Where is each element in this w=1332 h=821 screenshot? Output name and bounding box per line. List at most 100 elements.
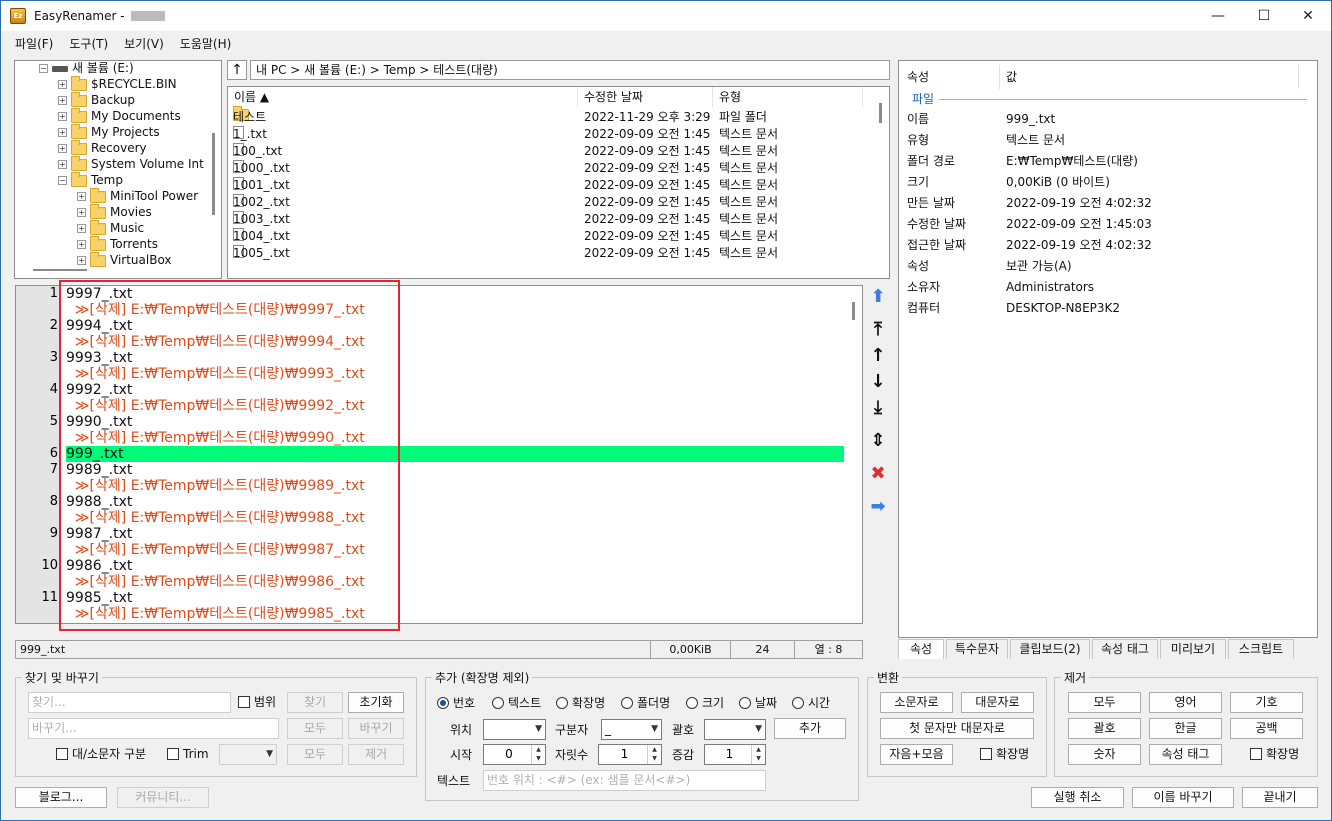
move-top-icon[interactable]: ⤒ [867, 319, 889, 341]
tree-item[interactable]: + My Documents [58, 107, 181, 124]
tab-script[interactable]: 스크립트 [1228, 639, 1294, 659]
remove-all-button[interactable]: 모두 [287, 744, 343, 765]
radio-time-dot[interactable] [792, 697, 804, 709]
list-vscroll[interactable] [879, 103, 882, 123]
file-row[interactable]: 1001_.txt 2022-09-09 오전 1:45 텍스트 문서 [228, 177, 878, 194]
filename-line[interactable]: 8 9988_.txt [16, 494, 844, 510]
tree-vscroll[interactable] [212, 133, 215, 215]
radio-text-dot[interactable] [492, 697, 504, 709]
file-row[interactable]: 1005_.txt 2022-09-09 오전 1:45 텍스트 문서 [228, 245, 878, 262]
community-button[interactable]: 커뮤니티... [117, 787, 209, 808]
maximize-button[interactable]: ☐ [1241, 1, 1287, 31]
filename-line[interactable]: 10 9986_.txt [16, 558, 844, 574]
property-row[interactable]: 소유자 Administrators [899, 277, 1309, 298]
remove-brackets-button[interactable]: 괄호 [1068, 718, 1141, 739]
rename-editor[interactable]: 1 9997_.txt ≫[삭제] E:₩Temp₩테스트(대량)₩9997_.t… [15, 285, 863, 624]
column-name[interactable]: 이름 ▲ [228, 87, 578, 107]
jamo-button[interactable]: 자음+모음 [880, 744, 953, 765]
filename-line[interactable]: 3 9993_.txt [16, 350, 844, 366]
apply-right-icon[interactable]: ➡ [867, 496, 889, 518]
range-checkbox[interactable]: 범위 [238, 694, 276, 710]
property-row[interactable]: 접근한 날짜 2022-09-19 오전 4:02:32 [899, 235, 1309, 256]
expand-icon[interactable]: + [77, 224, 86, 233]
up-arrow-icon[interactable]: ↑ [227, 60, 247, 80]
tree-item[interactable]: + MiniTool Power [77, 187, 198, 204]
rename-button[interactable]: 이름 바꾸기 [1132, 787, 1234, 808]
add-button[interactable]: 추가 [774, 718, 846, 739]
spinner-arrows-icon[interactable]: ▲ ▼ [647, 745, 661, 764]
menu-help[interactable]: 도움말(H) [172, 35, 240, 52]
path-field[interactable]: 내 PC > 새 볼륨 (E:) > Temp > 테스트(대량) [250, 60, 890, 80]
delete-line[interactable]: ≫[삭제] E:₩Temp₩테스트(대량)₩9992_.txt [16, 398, 844, 414]
tree-item[interactable]: + System Volume Int [58, 155, 204, 172]
tree-item[interactable]: + VirtualBox [77, 251, 172, 268]
tab-clipboard[interactable]: 클립보드(2) [1010, 639, 1090, 659]
file-row[interactable]: 100_.txt 2022-09-09 오전 1:45 텍스트 문서 [228, 143, 878, 160]
lowercase-button[interactable]: 소문자로 [880, 692, 953, 713]
close-button[interactable]: ✕ [1285, 1, 1331, 31]
editor-vscroll[interactable] [852, 302, 855, 320]
filename-line[interactable]: 2 9994_.txt [16, 318, 844, 334]
trim-checkbox-box[interactable] [167, 748, 179, 760]
expand-icon[interactable]: + [77, 192, 86, 201]
move-down-icon[interactable]: ↓ [867, 371, 889, 393]
start-spinner[interactable]: 0 ▲ ▼ [483, 744, 546, 765]
bracket-combo[interactable]: ▼ [704, 719, 766, 740]
menu-tools[interactable]: 도구(T) [61, 35, 116, 52]
property-row[interactable]: 이름 999_.txt [899, 109, 1309, 130]
expand-icon[interactable]: + [58, 112, 67, 121]
file-row[interactable]: 1_.txt 2022-09-09 오전 1:45 텍스트 문서 [228, 126, 878, 143]
position-combo[interactable]: ▼ [483, 719, 546, 740]
remove-ext-checkbox[interactable]: 확장명 [1250, 746, 1299, 762]
property-row[interactable]: 크기 0,00KiB (0 바이트) [899, 172, 1309, 193]
increment-spinner[interactable]: 1 ▲ ▼ [704, 744, 766, 765]
move-up-icon[interactable]: ↑ [867, 345, 889, 367]
delete-line[interactable]: ≫[삭제] E:₩Temp₩테스트(대량)₩9989_.txt [16, 478, 844, 494]
file-row[interactable]: 1004_.txt 2022-09-09 오전 1:45 텍스트 문서 [228, 228, 878, 245]
filename-line[interactable]: 6 999_.txt [16, 446, 844, 462]
case-checkbox-box[interactable] [56, 748, 68, 760]
reset-button[interactable]: 초기화 [348, 692, 404, 713]
property-row[interactable]: 만든 날짜 2022-09-19 오전 4:02:32 [899, 193, 1309, 214]
tree-item[interactable]: + $RECYCLE.BIN [58, 75, 177, 92]
tree-item[interactable]: − Temp [58, 171, 123, 188]
delete-icon[interactable]: ✖ [867, 463, 889, 485]
menu-view[interactable]: 보기(V) [116, 35, 172, 52]
delete-line[interactable]: ≫[삭제] E:₩Temp₩테스트(대량)₩9987_.txt [16, 542, 844, 558]
range-checkbox-box[interactable] [238, 696, 250, 708]
expand-icon[interactable]: + [58, 80, 67, 89]
delete-line[interactable]: ≫[삭제] E:₩Temp₩테스트(대량)₩9988_.txt [16, 510, 844, 526]
replace-all-button[interactable]: 모두 [287, 718, 343, 739]
remove-symbols-button[interactable]: 기호 [1230, 692, 1303, 713]
expand-icon[interactable]: − [58, 176, 67, 185]
swap-icon[interactable]: ⇕ [867, 430, 889, 452]
trim-combo[interactable]: ▼ [219, 744, 277, 765]
expand-icon[interactable]: + [58, 96, 67, 105]
trim-checkbox[interactable]: Trim [167, 746, 209, 762]
radio-text[interactable]: 텍스트 [492, 695, 541, 711]
file-row[interactable]: 1000_.txt 2022-09-09 오전 1:45 텍스트 문서 [228, 160, 878, 177]
property-row[interactable]: 유형 텍스트 문서 [899, 130, 1309, 151]
file-row[interactable]: 테스트 2022-11-29 오후 3:29 파일 폴더 [228, 106, 878, 126]
remove-button[interactable]: 제거 [348, 744, 404, 765]
radio-date[interactable]: 날짜 [739, 695, 777, 711]
remove-spaces-button[interactable]: 공백 [1230, 718, 1303, 739]
replace-button[interactable]: 바꾸기 [348, 718, 404, 739]
convert-ext-checkbox-box[interactable] [980, 748, 992, 760]
expand-icon[interactable]: − [39, 64, 48, 73]
delete-line[interactable]: ≫[삭제] E:₩Temp₩테스트(대량)₩9997_.txt [16, 302, 844, 318]
find-button[interactable]: 찾기 [287, 692, 343, 713]
undo-button[interactable]: 실행 취소 [1031, 787, 1124, 808]
radio-extension[interactable]: 확장명 [556, 695, 605, 711]
radio-number-dot[interactable] [437, 697, 449, 709]
delete-line[interactable]: ≫[삭제] E:₩Temp₩테스트(대량)₩9985_.txt [16, 606, 844, 622]
property-row[interactable]: 컴퓨터 DESKTOP-N8EP3K2 [899, 298, 1309, 319]
minimize-button[interactable]: — [1195, 1, 1241, 31]
filename-line[interactable]: 7 9989_.txt [16, 462, 844, 478]
delete-line[interactable]: ≫[삭제] E:₩Temp₩테스트(대량)₩9986_.txt [16, 574, 844, 590]
remove-all-chars-button[interactable]: 모두 [1068, 692, 1141, 713]
delete-line[interactable]: ≫[삭제] E:₩Temp₩테스트(대량)₩9994_.txt [16, 334, 844, 350]
expand-icon[interactable]: + [58, 160, 67, 169]
expand-icon[interactable]: + [58, 144, 67, 153]
expand-icon[interactable]: + [58, 128, 67, 137]
